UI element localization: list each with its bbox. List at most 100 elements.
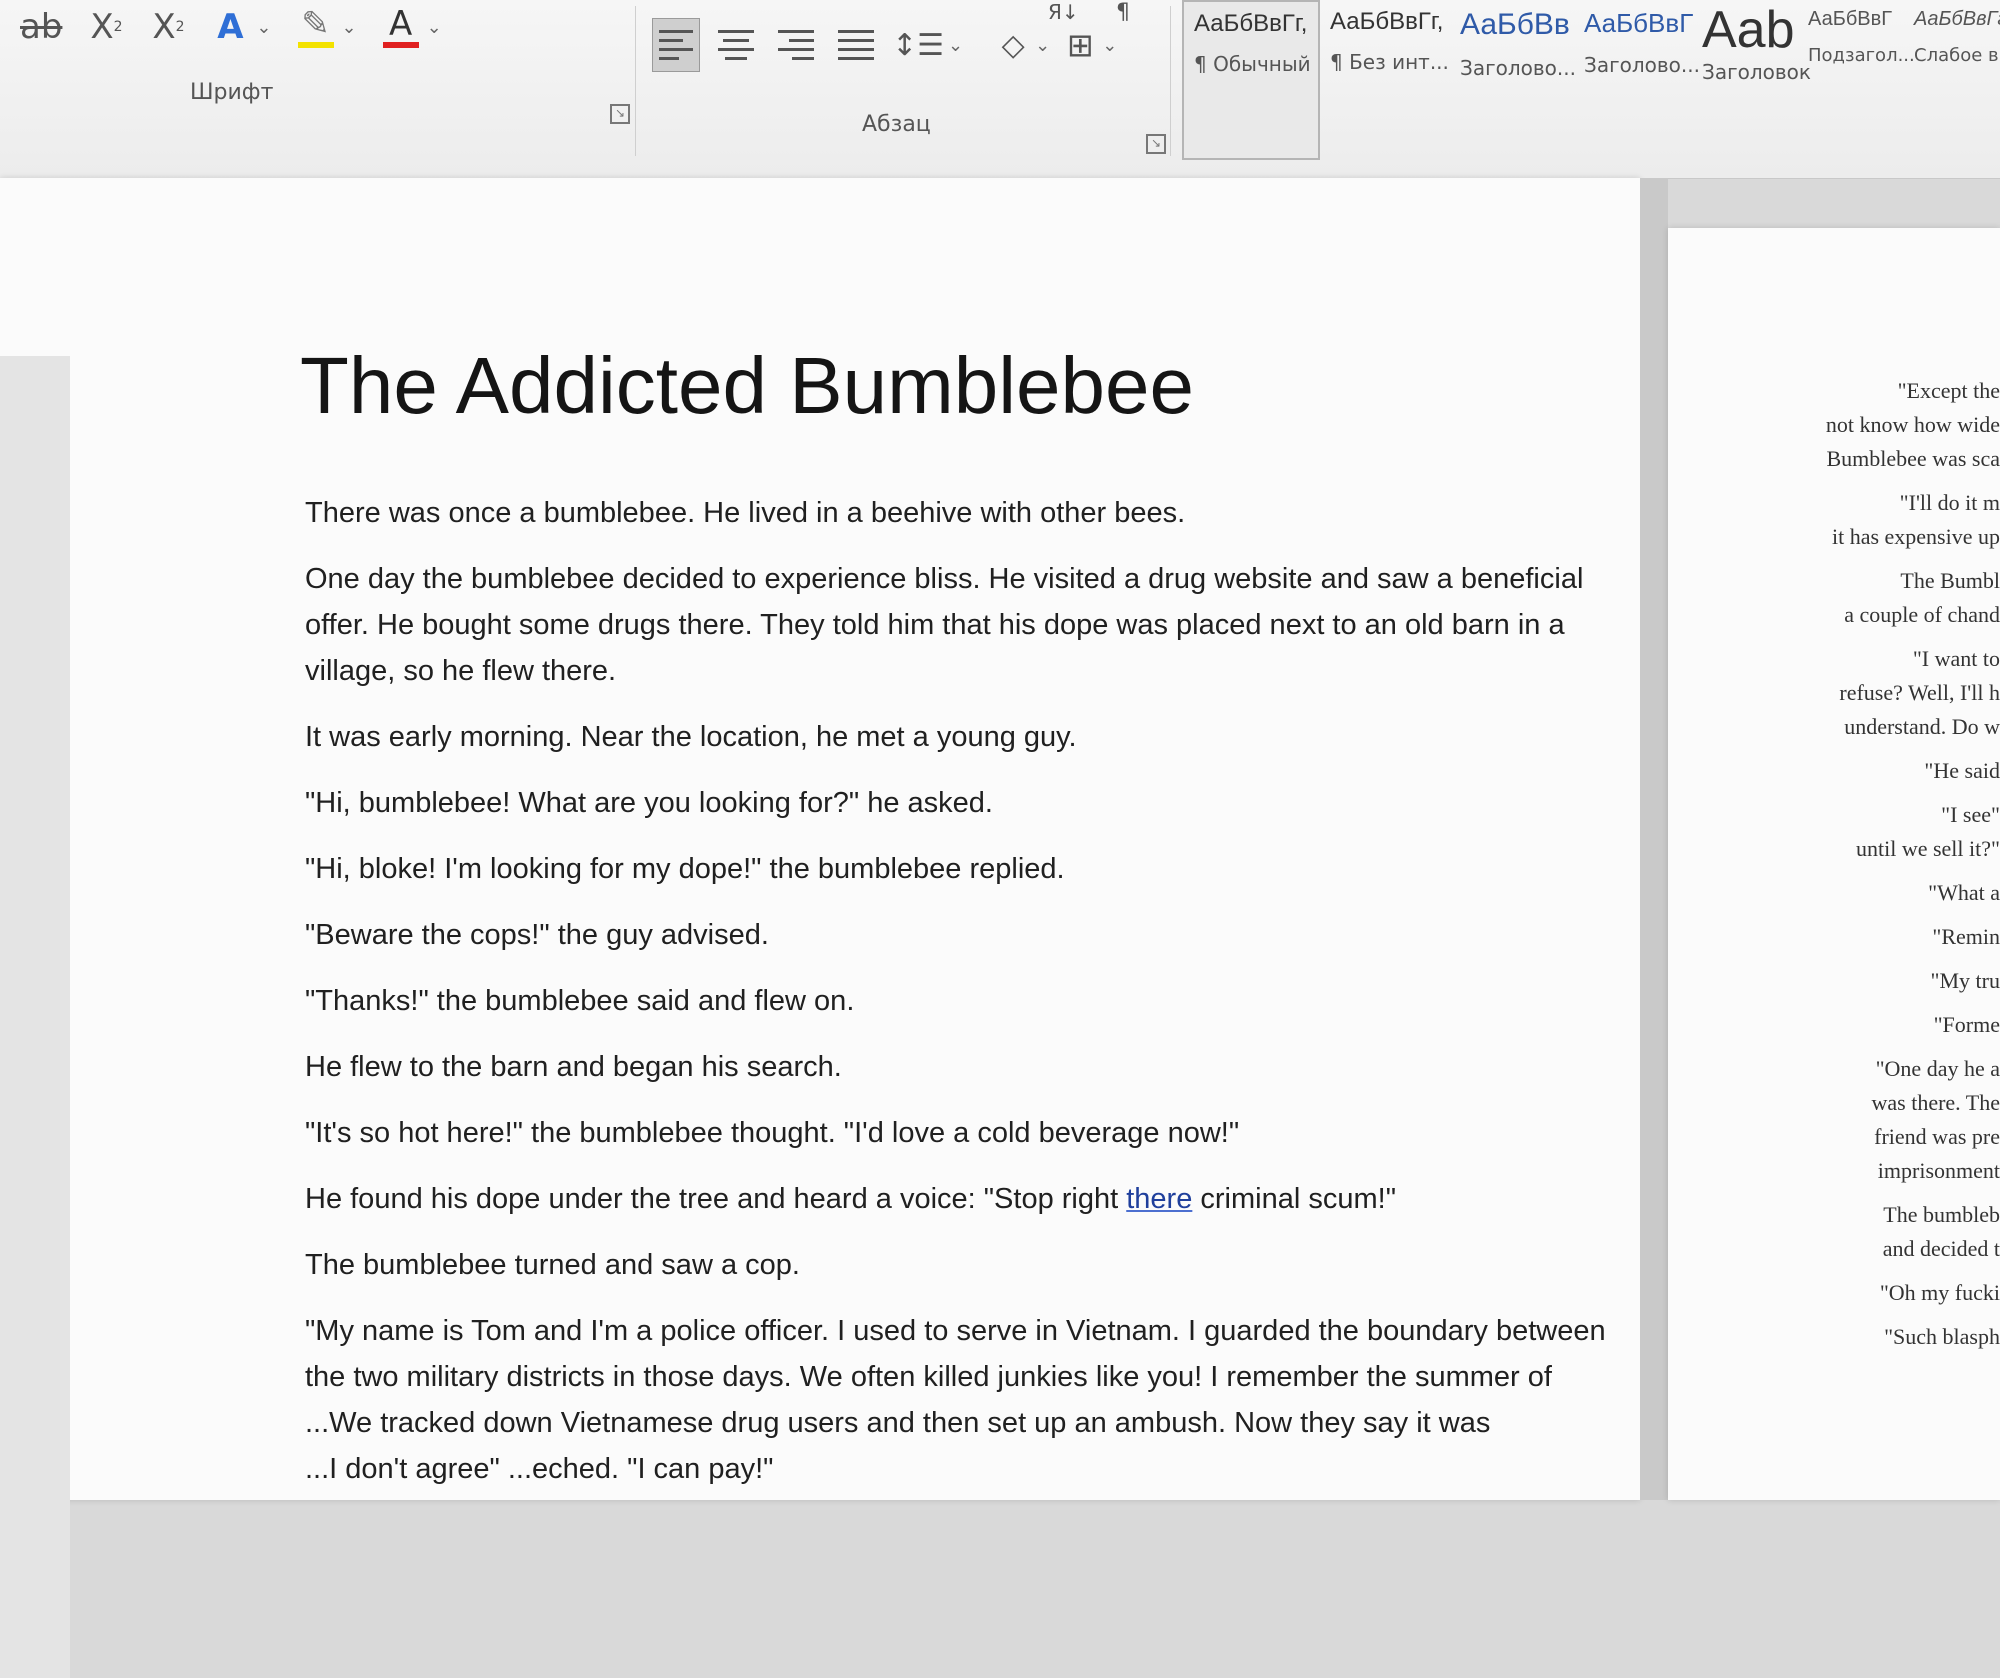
page2-text-line: The Bumbl — [1900, 568, 2000, 594]
paragraph[interactable]: The bumblebee turned and saw a cop. — [305, 1242, 1585, 1288]
text-line: offer. He bought some drugs there. They … — [305, 602, 1585, 648]
text-effects-button[interactable]: A — [212, 4, 248, 50]
style-name: Заголово... — [1584, 53, 1682, 77]
show-marks-button[interactable]: ¶ — [1116, 0, 1130, 25]
page2-text-line: imprisonment — [1878, 1158, 2000, 1184]
paragraph[interactable]: One day the bumblebee decided to experie… — [305, 556, 1585, 694]
text-line: "It's so hot here!" the bumblebee though… — [305, 1110, 1585, 1156]
page2-text-line: "I want to — [1913, 646, 2000, 672]
page-margin-strip — [0, 356, 70, 1678]
font-format-buttons: ab X2 X2 A ⌄ ✎ ⌄ A ⌄ — [20, 4, 442, 50]
style-name: ¶ Без инт... — [1330, 50, 1440, 74]
style-preview: АаБбВв — [1460, 8, 1564, 42]
paragraph[interactable]: There was once a bumblebee. He lived in … — [305, 490, 1585, 536]
styles-gallery: АаБбВвГг, ¶ Обычный АаБбВвГг, ¶ Без инт.… — [1182, 0, 2000, 160]
text-line: "Beware the cops!" the guy advised. — [305, 912, 1585, 958]
paragraph-group-label: Абзац — [862, 112, 931, 137]
page2-text-line: "Except the — [1898, 378, 2000, 404]
text-line: He flew to the barn and began his search… — [305, 1044, 1585, 1090]
page2-text-line: "My tru — [1931, 968, 2000, 994]
page2-text-line: "One day he a — [1876, 1056, 2000, 1082]
paragraph[interactable]: He flew to the barn and began his search… — [305, 1044, 1585, 1090]
style-subtitle[interactable]: АаБбВвГ Подзагол... — [1798, 0, 1904, 160]
style-name: ¶ Обычный — [1194, 52, 1308, 76]
page2-text-line: "Such blasph — [1884, 1324, 2000, 1350]
line-spacing-icon[interactable]: ↕☰ — [892, 22, 944, 68]
shading-icon[interactable]: ◇ — [995, 22, 1031, 68]
highlight-button[interactable]: ✎ — [298, 6, 334, 48]
style-name: Заголово... — [1460, 56, 1564, 80]
paragraph[interactable]: "Hi, bumblebee! What are you looking for… — [305, 780, 1585, 826]
page2-text-line: "Forme — [1934, 1012, 2000, 1038]
style-heading-2[interactable]: АаБбВвГ Заголово... — [1574, 0, 1692, 160]
text-line: "Hi, bumblebee! What are you looking for… — [305, 780, 1585, 826]
sort-button[interactable]: Я↓ — [1048, 0, 1079, 24]
page2-text-line: "Remin — [1932, 924, 2000, 950]
subscript-icon: X — [90, 7, 113, 47]
chevron-down-icon[interactable]: ⌄ — [342, 17, 357, 38]
align-right-button[interactable] — [772, 18, 820, 72]
page2-text-line: until we sell it?" — [1856, 836, 2000, 862]
chevron-down-icon[interactable]: ⌄ — [427, 17, 442, 38]
justify-button[interactable] — [832, 18, 880, 72]
chevron-down-icon[interactable]: ⌄ — [948, 35, 963, 56]
page2-text-line: a couple of chand — [1844, 602, 2000, 628]
text-line: village, so he flew there. — [305, 648, 1585, 694]
paragraph[interactable]: He found his dope under the tree and hea… — [305, 1176, 1585, 1222]
text-line: ...We tracked down Vietnamese drug users… — [305, 1400, 1585, 1446]
ribbon-separator — [1170, 6, 1171, 156]
paragraph[interactable]: "My name is Tom and I'm a police officer… — [305, 1308, 1585, 1492]
paragraph-dialog-launcher-icon[interactable]: ↘ — [1146, 134, 1166, 154]
superscript-button[interactable]: X2 — [150, 4, 186, 50]
style-preview: АаБбВвГг, — [1194, 10, 1308, 38]
paragraph[interactable]: It was early morning. Near the location,… — [305, 714, 1585, 760]
style-preview: АаБбВвГг — [1914, 8, 1998, 31]
text-line: One day the bumblebee decided to experie… — [305, 556, 1585, 602]
text-line: It was early morning. Near the location,… — [305, 714, 1585, 760]
superscript-icon: X — [152, 7, 175, 47]
page2-text-line: refuse? Well, I'll h — [1839, 680, 2000, 706]
text-line: ...I don't agree" ...eched. "I can pay!" — [305, 1446, 1585, 1492]
chevron-down-icon[interactable]: ⌄ — [1102, 35, 1117, 56]
style-subtle-emphasis[interactable]: АаБбВвГг Слабое в... — [1904, 0, 2000, 160]
page2-text-line: "Oh my fucki — [1880, 1280, 2000, 1306]
page2-text-line: and decided t — [1883, 1236, 2000, 1262]
page2-text-line: friend was pre — [1874, 1124, 2000, 1150]
style-title[interactable]: Aab Заголовок — [1692, 0, 1798, 160]
borders-icon[interactable]: ⊞ — [1062, 22, 1098, 68]
paragraph[interactable]: "Hi, bloke! I'm looking for my dope!" th… — [305, 846, 1585, 892]
style-name: Подзагол... — [1808, 45, 1894, 66]
spellcheck-underline[interactable]: there — [1126, 1183, 1192, 1215]
paragraph-buttons: ↕☰ ⌄ ◇ ⌄ ⊞ ⌄ — [652, 18, 1117, 72]
paragraph[interactable]: "Thanks!" the bumblebee said and flew on… — [305, 978, 1585, 1024]
font-dialog-launcher-icon[interactable]: ↘ — [610, 104, 630, 124]
chevron-down-icon[interactable]: ⌄ — [1035, 35, 1050, 56]
document-page-2[interactable]: "Except thenot know how wideBumblebee wa… — [1668, 228, 2000, 1500]
style-no-spacing[interactable]: АаБбВвГг, ¶ Без инт... — [1320, 0, 1450, 160]
subscript-button[interactable]: X2 — [88, 4, 124, 50]
document-body[interactable]: There was once a bumblebee. He lived in … — [305, 490, 1585, 1512]
paragraph[interactable]: "Beware the cops!" the guy advised. — [305, 912, 1585, 958]
chevron-down-icon[interactable]: ⌄ — [256, 17, 271, 38]
text-line: There was once a bumblebee. He lived in … — [305, 490, 1585, 536]
style-normal[interactable]: АаБбВвГг, ¶ Обычный — [1182, 0, 1320, 160]
text-line: the two military districts in those days… — [305, 1354, 1585, 1400]
text-line: The bumblebee turned and saw a cop. — [305, 1242, 1585, 1288]
align-center-button[interactable] — [712, 18, 760, 72]
style-heading-1[interactable]: АаБбВв Заголово... — [1450, 0, 1574, 160]
page2-text-line: was there. The — [1872, 1090, 2000, 1116]
paragraph[interactable]: "It's so hot here!" the bumblebee though… — [305, 1110, 1585, 1156]
style-name: Слабое в... — [1914, 45, 1998, 66]
page2-text-line: The bumbleb — [1883, 1202, 2000, 1228]
strikethrough-button[interactable]: ab — [20, 4, 62, 50]
page2-text-line: Bumblebee was sca — [1827, 446, 2000, 472]
page2-text-line: "I'll do it m — [1900, 490, 2000, 516]
style-preview: АаБбВвГ — [1808, 8, 1894, 31]
style-preview: АаБбВвГ — [1584, 8, 1682, 39]
font-color-button[interactable]: A — [383, 6, 419, 48]
document-title[interactable]: The Addicted Bumblebee — [300, 340, 1194, 432]
text-line: "Hi, bloke! I'm looking for my dope!" th… — [305, 846, 1585, 892]
align-left-button[interactable] — [652, 18, 700, 72]
text-line: "Thanks!" the bumblebee said and flew on… — [305, 978, 1585, 1024]
text-line: "My name is Tom and I'm a police officer… — [305, 1308, 1585, 1354]
